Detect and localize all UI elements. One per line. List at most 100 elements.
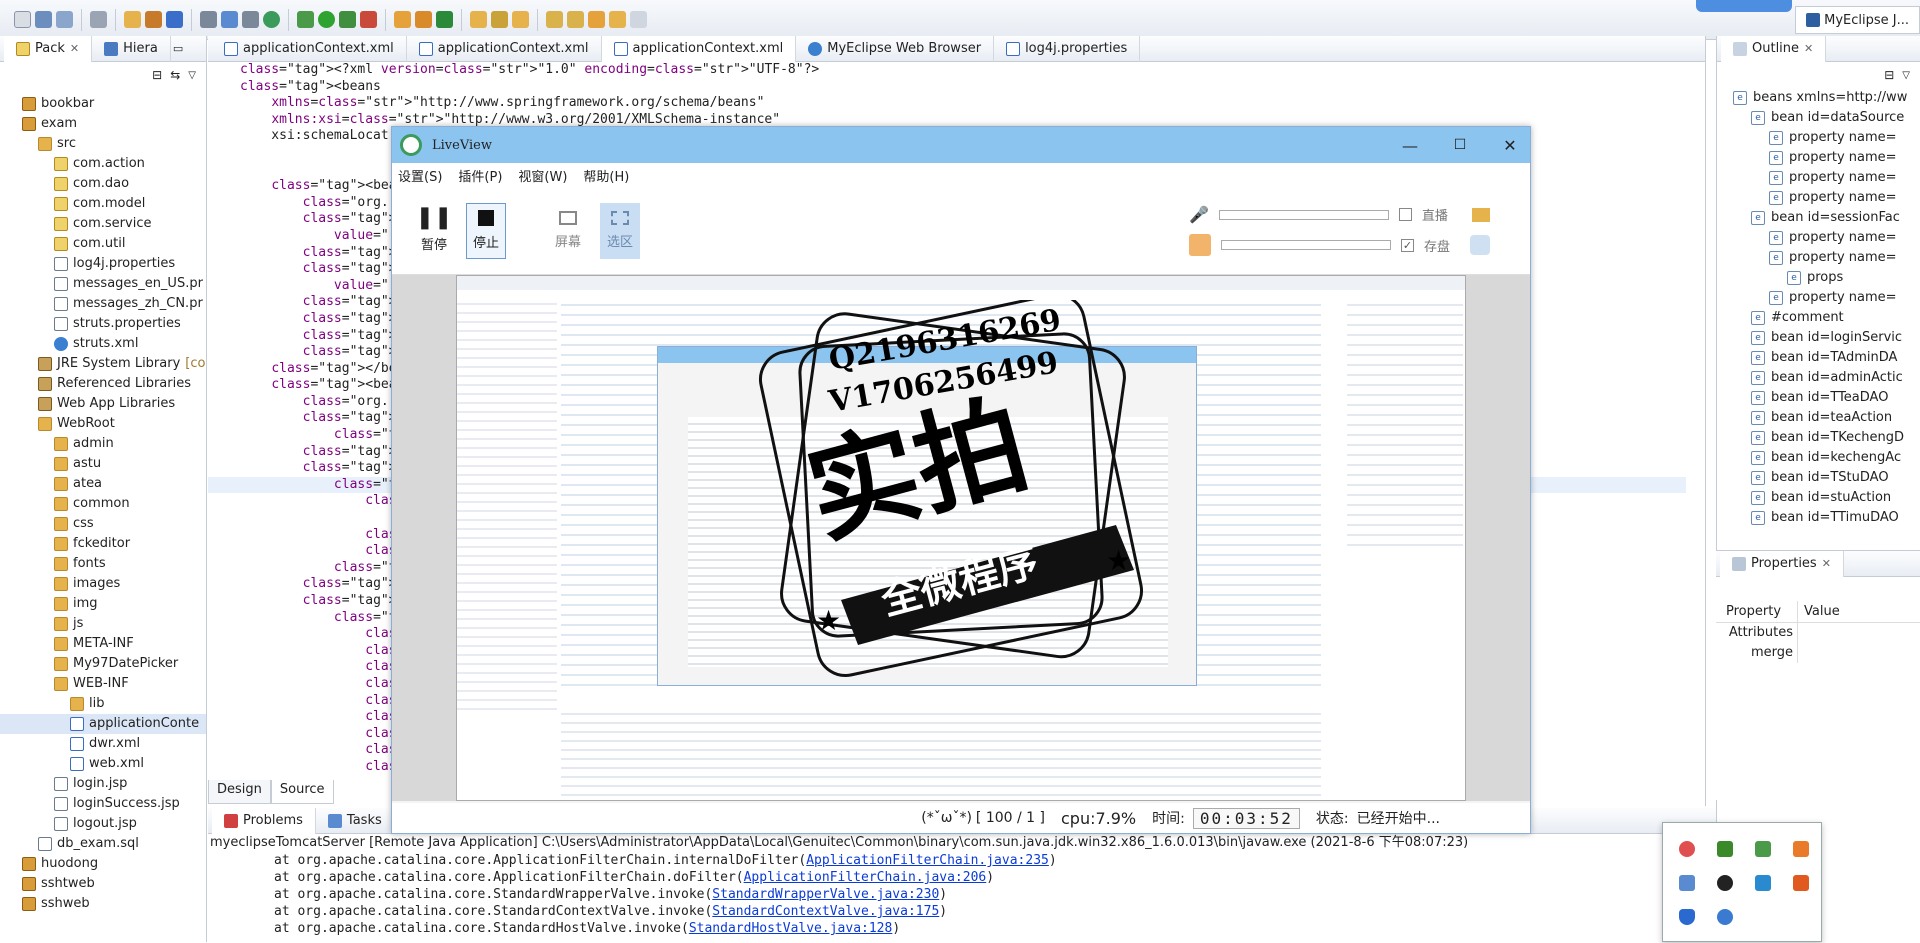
- outline-item[interactable]: e bean id=TTeaDAO: [1725, 388, 1920, 408]
- pen-icon[interactable]: [491, 11, 508, 28]
- gear-red-icon[interactable]: [1679, 841, 1695, 857]
- editor-tab[interactable]: applicationContext.xml: [601, 35, 797, 62]
- annotation-icon[interactable]: [512, 11, 529, 28]
- shield-blue-icon[interactable]: [1679, 909, 1695, 925]
- run-icon[interactable]: [318, 11, 335, 28]
- new-wizard-icon[interactable]: [124, 11, 141, 28]
- tree-item[interactable]: applicationConte: [0, 714, 206, 734]
- outline-item[interactable]: e #comment: [1725, 308, 1920, 328]
- tree-item[interactable]: com.util: [0, 234, 206, 254]
- tree-item[interactable]: dwr.xml: [0, 734, 206, 754]
- outline-item[interactable]: e bean id=adminActic: [1725, 368, 1920, 388]
- editor-tab[interactable]: applicationContext.xml: [407, 35, 602, 62]
- view-menu-icon[interactable]: ▽: [1902, 70, 1910, 81]
- forward-icon[interactable]: [630, 11, 647, 28]
- app-red-icon[interactable]: [1793, 875, 1809, 891]
- tree-item[interactable]: images: [0, 574, 206, 594]
- tree-item[interactable]: huodong: [0, 854, 206, 874]
- print-icon[interactable]: [90, 11, 107, 28]
- tree-item[interactable]: astu: [0, 454, 206, 474]
- app-orange-icon[interactable]: [1793, 841, 1809, 857]
- run-config-icon[interactable]: [339, 11, 356, 28]
- console-tab[interactable]: Tasks: [316, 807, 395, 834]
- outline-item[interactable]: e bean id=kechengAc: [1725, 448, 1920, 468]
- wrench-icon[interactable]: [242, 11, 259, 28]
- outline-item[interactable]: e property name=: [1725, 288, 1920, 308]
- network-icon[interactable]: [1679, 875, 1695, 891]
- collapse-all-icon[interactable]: ⊟: [152, 68, 162, 82]
- stacktrace-link[interactable]: ApplicationFilterChain.java:235: [806, 853, 1049, 868]
- prev-annotation-icon[interactable]: [567, 11, 584, 28]
- tree-item[interactable]: messages_zh_CN.pr: [0, 294, 206, 314]
- tree-item[interactable]: messages_en_US.pr: [0, 274, 206, 294]
- tree-item[interactable]: login.jsp: [0, 774, 206, 794]
- stacktrace-link[interactable]: StandardContextValve.java:175: [712, 904, 939, 919]
- outline-item[interactable]: e property name=: [1725, 228, 1920, 248]
- live-checkbox[interactable]: [1398, 208, 1412, 221]
- liveview-menu-item[interactable]: 插件(P): [458, 166, 502, 185]
- screen-button[interactable]: 屏幕: [548, 203, 588, 259]
- tree-item[interactable]: fonts: [0, 554, 206, 574]
- tree-item[interactable]: sshtweb: [0, 874, 206, 894]
- speaker-icon[interactable]: [1188, 234, 1211, 256]
- speaker-volume-slider[interactable]: [1220, 240, 1391, 250]
- console-tab[interactable]: Problems: [212, 807, 316, 834]
- tree-item[interactable]: log4j.properties: [0, 254, 206, 274]
- tab-package-explorer[interactable]: Pack ✕: [4, 35, 93, 62]
- maximize-button[interactable]: ☐: [1440, 137, 1480, 153]
- outline-item[interactable]: e bean id=TAdminDA: [1725, 348, 1920, 368]
- tab-design[interactable]: Design: [208, 780, 271, 804]
- editor-tab[interactable]: log4j.properties: [994, 35, 1141, 62]
- tree-item[interactable]: struts.properties: [0, 314, 206, 334]
- tree-item[interactable]: com.action: [0, 154, 206, 174]
- tree-item[interactable]: atea: [0, 474, 206, 494]
- open-type-icon[interactable]: [394, 11, 411, 28]
- save-all-icon[interactable]: [56, 11, 73, 28]
- minimize-button[interactable]: —: [1390, 136, 1430, 155]
- cloud-icon[interactable]: [1717, 875, 1733, 891]
- tree-item[interactable]: js: [0, 614, 206, 634]
- outline-item[interactable]: e bean id=stuAction: [1725, 488, 1920, 508]
- tree-item[interactable]: JRE System Library [co: [0, 354, 206, 374]
- tree-item[interactable]: fckeditor: [0, 534, 206, 554]
- tree-item[interactable]: src: [0, 134, 206, 154]
- outline-item[interactable]: e bean id=teaAction: [1725, 408, 1920, 428]
- outline-item[interactable]: e bean id=TStuDAO: [1725, 468, 1920, 488]
- link-editor-icon[interactable]: ⇆: [170, 68, 180, 82]
- region-button[interactable]: 选区: [600, 202, 640, 259]
- refresh-icon[interactable]: [436, 11, 453, 28]
- outline-item[interactable]: e property name=: [1725, 248, 1920, 268]
- tree-item[interactable]: META-INF: [0, 634, 206, 654]
- external-tools-icon[interactable]: [360, 11, 377, 28]
- last-edit-icon[interactable]: [588, 11, 605, 28]
- tree-item[interactable]: admin: [0, 434, 206, 454]
- class-icon[interactable]: [166, 11, 183, 28]
- outline-item[interactable]: e property name=: [1725, 168, 1920, 188]
- property-row[interactable]: merge: [1716, 643, 1920, 663]
- tree-item[interactable]: com.model: [0, 194, 206, 214]
- tree-item[interactable]: WEB-INF: [0, 674, 206, 694]
- outline-item[interactable]: e beans xmlns=http://ww: [1725, 88, 1920, 108]
- liveview-menu-item[interactable]: 设置(S): [398, 166, 442, 185]
- tab-outline[interactable]: Outline ✕: [1721, 35, 1827, 62]
- outline-item[interactable]: e bean id=dataSource: [1725, 108, 1920, 128]
- collapse-all-icon[interactable]: ⊟: [1884, 68, 1894, 82]
- property-row[interactable]: Attributes: [1716, 623, 1920, 643]
- outline-item[interactable]: e bean id=sessionFac: [1725, 208, 1920, 228]
- tree-item[interactable]: WebRoot: [0, 414, 206, 434]
- liveview-menu-item[interactable]: 帮助(H): [583, 166, 629, 185]
- tree-item[interactable]: web.xml: [0, 754, 206, 774]
- outline-item[interactable]: e bean id=TTimuDAO: [1725, 508, 1920, 528]
- browser-icon[interactable]: [263, 11, 280, 28]
- editor-tab[interactable]: applicationContext.xml: [212, 35, 407, 62]
- search-icon[interactable]: [415, 11, 432, 28]
- tab-properties[interactable]: Properties ✕: [1720, 550, 1844, 577]
- open-folder-icon[interactable]: [470, 11, 487, 28]
- mic-volume-slider[interactable]: [1218, 209, 1389, 220]
- editor-tab[interactable]: MyEclipse Web Browser: [796, 35, 995, 62]
- globe-icon[interactable]: [1717, 909, 1733, 925]
- back-icon[interactable]: [609, 11, 626, 28]
- nvidia-icon[interactable]: [1717, 841, 1733, 857]
- close-icon[interactable]: ✕: [1804, 42, 1813, 55]
- tree-item[interactable]: img: [0, 594, 206, 614]
